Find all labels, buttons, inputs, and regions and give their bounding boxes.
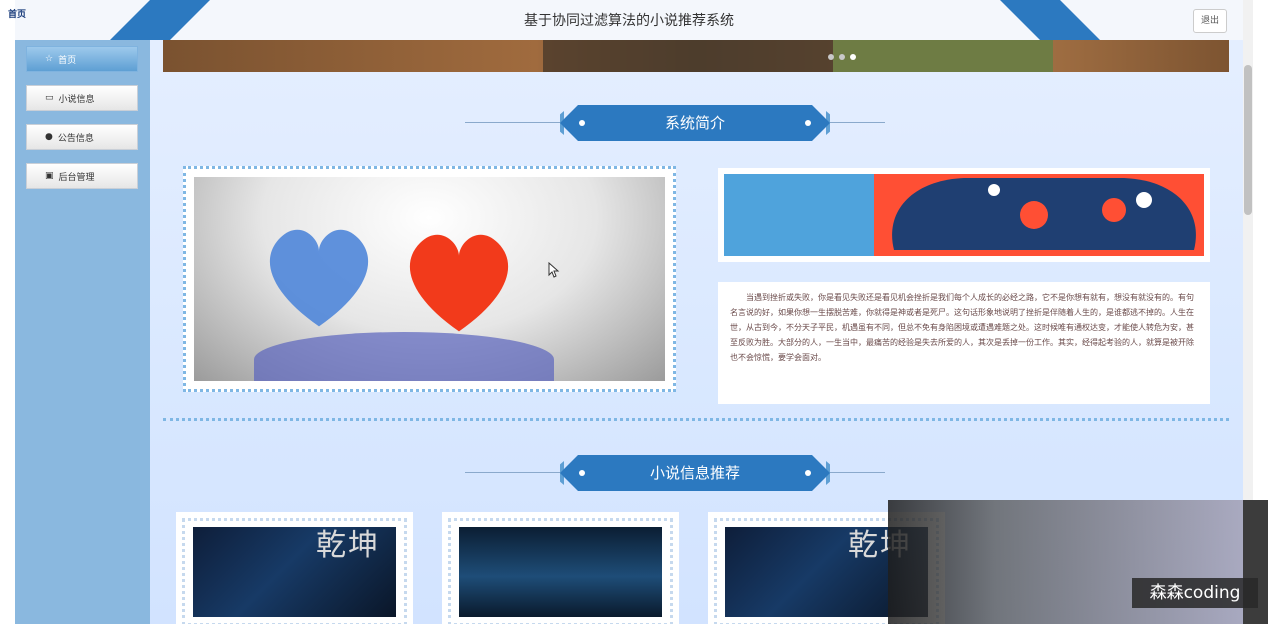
carousel-banner[interactable] (163, 40, 1229, 72)
info-icon: ● (45, 132, 53, 142)
gamepad-icon (874, 174, 1204, 256)
corner-label: 首页 (8, 10, 27, 20)
novel-card[interactable] (442, 512, 679, 624)
intro-section-title: 系统简介 (664, 114, 725, 132)
sidebar-item-home[interactable]: ☆ 首页 (26, 46, 138, 72)
gamepad-photo (724, 174, 1204, 256)
novel-card[interactable]: 乾坤 (176, 512, 413, 624)
sidebar-item-novels[interactable]: ▭ 小说信息 (26, 85, 138, 111)
sidebar-item-label: 后台管理 (58, 172, 95, 183)
site-title: 基于协同过滤算法的小说推荐系统 (524, 13, 734, 29)
sidebar-item-label: 公告信息 (57, 133, 94, 144)
intro-image-frame (183, 166, 676, 392)
sidebar-item-label: 小说信息 (58, 94, 95, 105)
recommend-section-header: 小说信息推荐 (465, 455, 885, 491)
card-frame: 乾坤 (182, 518, 407, 624)
scrollbar-thumb[interactable] (1244, 65, 1252, 215)
intro-text: 当遇到挫折或失败，你是看见失败还是看见机会挫折是我们每个人成长的必经之路，它不是… (718, 282, 1210, 404)
title-line-left (465, 472, 560, 473)
title-line-right (830, 122, 885, 123)
sidebar-item-notices[interactable]: ● 公告信息 (26, 124, 138, 150)
admin-icon: ▣ (45, 171, 54, 181)
sidebar: ☆ 首页 ▭ 小说信息 ● 公告信息 ▣ 后台管理 (15, 40, 150, 624)
novel-cover-image[interactable]: 乾坤 (193, 527, 396, 617)
intro-side-image (718, 168, 1210, 262)
section-divider (163, 418, 1229, 421)
recommend-section-title: 小说信息推荐 (649, 464, 740, 482)
novel-cover-image[interactable] (459, 527, 662, 617)
carousel-dot-active[interactable] (850, 54, 856, 60)
sidebar-item-admin[interactable]: ▣ 后台管理 (26, 163, 138, 189)
book-icon: ▭ (45, 93, 54, 103)
intro-section-header: 系统简介 (465, 105, 885, 141)
heart-shadow (254, 332, 554, 381)
cover-title-art: 乾坤 (316, 528, 380, 563)
card-frame (448, 518, 673, 624)
carousel-dots (828, 54, 856, 60)
page-scrollbar[interactable] (1243, 0, 1253, 500)
red-heart-icon (409, 234, 509, 332)
home-icon: ☆ (45, 54, 54, 64)
blue-heart-icon (269, 229, 369, 327)
video-watermark: 森森coding (1132, 578, 1258, 608)
banner-furniture (543, 40, 843, 72)
title-line-right (830, 472, 885, 473)
banner-sofa (833, 40, 1053, 72)
logout-button[interactable]: 退出 (1193, 9, 1227, 33)
carousel-dot[interactable] (839, 54, 845, 60)
title-line-left (465, 122, 560, 123)
hearts-photo (194, 177, 665, 381)
top-header: 基于协同过滤算法的小说推荐系统 退出 (15, 0, 1243, 40)
carousel-dot[interactable] (828, 54, 834, 60)
mouse-cursor-icon (548, 262, 560, 278)
page-frame: 基于协同过滤算法的小说推荐系统 退出 ☆ 首页 ▭ 小说信息 ● 公告信息 ▣ … (15, 0, 1243, 624)
sidebar-item-label: 首页 (58, 55, 77, 66)
